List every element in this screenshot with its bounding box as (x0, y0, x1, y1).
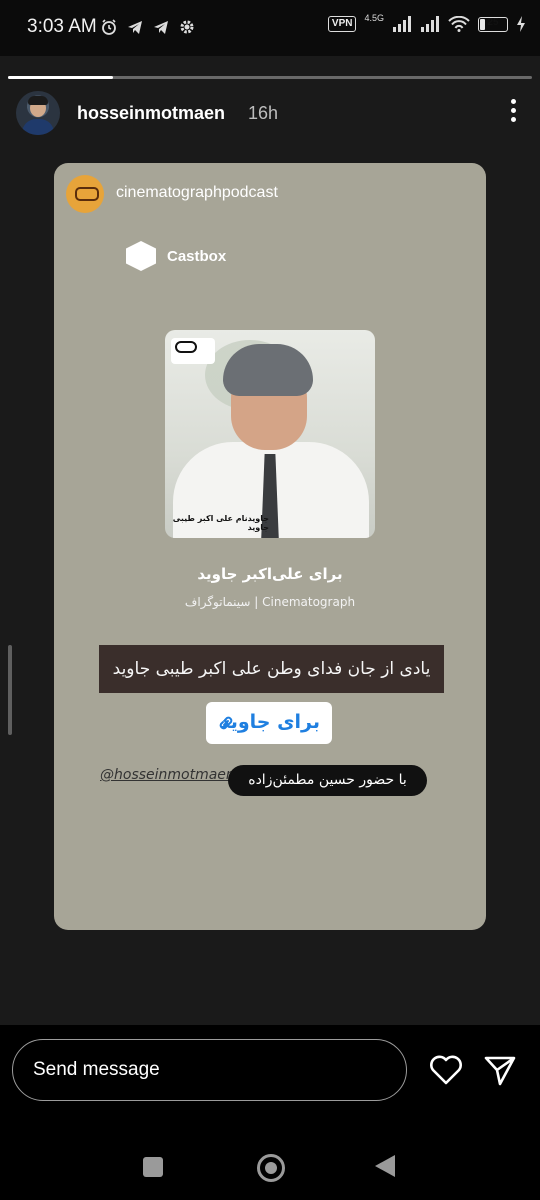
cover-caption: جاویدنام علی اکبر طیبی جاوید (172, 514, 269, 532)
alarm-icon (102, 19, 116, 35)
gear-icon (180, 20, 194, 34)
network-type: 4.5G (364, 12, 384, 23)
send-icon[interactable] (478, 1048, 522, 1092)
story-age: 16h (248, 103, 279, 123)
edge-indicator (8, 645, 12, 735)
podcast-cover-image: جاویدنام علی اکبر طیبی جاوید (165, 330, 375, 538)
story-progress-fill (8, 76, 113, 79)
mention-sticker[interactable]: @hosseinmotmaen (100, 767, 235, 783)
avatar-hair (28, 96, 48, 105)
status-bar: 3:03 AM VPN 4.5G 25 (0, 0, 540, 56)
home-icon[interactable] (257, 1154, 285, 1182)
battery-percent: 25 (487, 16, 499, 28)
link-sticker-label: برای جاوید (219, 711, 320, 733)
avatar-body (22, 119, 54, 135)
castbox-badge: Castbox (126, 241, 326, 275)
reply-bar (0, 1025, 540, 1135)
heart-icon[interactable] (424, 1048, 468, 1092)
text-sticker: یادی از جان فدای وطن علی اکبر طیبی جاوید (99, 645, 444, 693)
charging-icon (517, 16, 525, 32)
notification-icons (100, 18, 196, 36)
system-icons: VPN 4.5G 25 (327, 12, 526, 32)
source-account-name[interactable]: cinematographpodcast (116, 184, 278, 202)
more-options-icon[interactable] (508, 99, 518, 127)
signal-icon (393, 16, 411, 32)
link-sticker[interactable]: برای جاوید (206, 702, 332, 744)
cinematograph-logo (171, 338, 215, 364)
signal-icon (421, 16, 439, 32)
story-header: hosseinmotmaen 16h (16, 91, 526, 137)
platform-name: Castbox (167, 248, 227, 265)
castbox-icon (126, 241, 156, 271)
source-avatar (66, 175, 104, 213)
wifi-icon (448, 16, 470, 32)
podcast-name: سینماتوگراف | Cinematograph (184, 595, 356, 609)
avatar[interactable] (16, 91, 60, 135)
clock: 3:03 AM (27, 16, 97, 37)
caption-chip: با حضور حسین مطمئن‌زاده (228, 765, 427, 796)
episode-title: برای علی‌اکبر جاوید (197, 565, 343, 583)
shared-post-card[interactable]: cinematographpodcast Castbox جاویدنام عل… (54, 163, 486, 930)
shared-post-source[interactable]: cinematographpodcast (66, 175, 466, 215)
system-navigation-bar (0, 1135, 540, 1200)
battery-indicator: 25 (478, 16, 508, 32)
recents-icon[interactable] (143, 1157, 163, 1177)
vpn-badge: VPN (327, 16, 357, 32)
story-username[interactable]: hosseinmotmaen (77, 103, 225, 124)
telegram-icon (128, 21, 142, 34)
telegram-icon (154, 21, 168, 34)
send-message-input[interactable] (12, 1039, 407, 1101)
story-progress-bar (8, 76, 532, 79)
back-icon[interactable] (375, 1155, 395, 1177)
